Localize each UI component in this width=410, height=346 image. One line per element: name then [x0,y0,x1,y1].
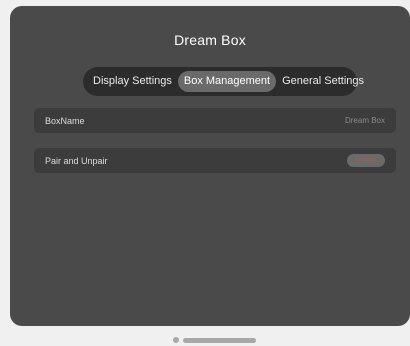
box-name-row[interactable]: BoxName Dream Box [34,108,396,133]
settings-panel: Dream Box Display Settings Box Managemen… [10,6,410,326]
page-indicator-active[interactable] [183,338,256,343]
pair-unpair-row: Pair and Unpair Unpair [34,148,396,173]
tab-display-settings[interactable]: Display Settings [87,71,178,92]
box-name-value: Dream Box [344,116,385,125]
tab-box-management[interactable]: Box Management [177,71,277,92]
pair-unpair-label: Pair and Unpair [45,155,108,166]
tab-general-settings[interactable]: General Settings [276,71,370,92]
page-title: Dream Box [174,32,246,48]
page-indicator-dot[interactable] [173,337,179,343]
box-name-label: BoxName [45,115,85,126]
unpair-button[interactable]: Unpair [347,154,385,167]
tab-bar: Display Settings Box Management General … [83,67,364,96]
